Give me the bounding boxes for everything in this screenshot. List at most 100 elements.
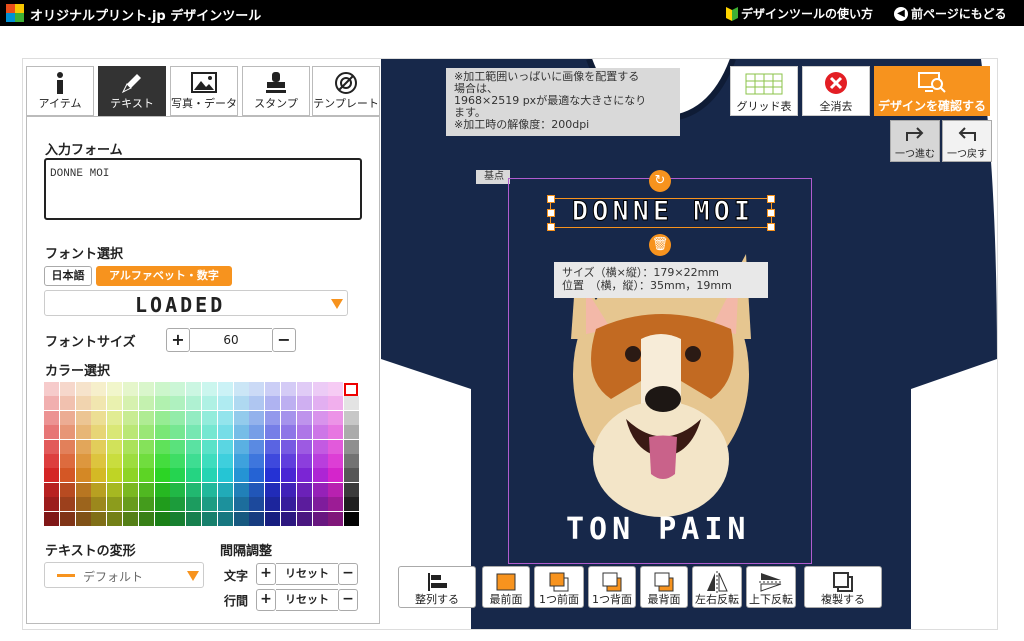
color-swatch[interactable] <box>59 410 75 425</box>
trash-icon[interactable]: 🗑 <box>649 234 671 256</box>
color-swatch[interactable] <box>170 425 186 440</box>
align-button[interactable]: 整列する <box>398 566 476 608</box>
color-swatch[interactable] <box>170 454 186 468</box>
color-swatch[interactable] <box>217 425 233 440</box>
color-swatch[interactable] <box>281 454 296 468</box>
color-swatch[interactable] <box>186 425 202 440</box>
color-swatch[interactable] <box>107 497 123 512</box>
send-back-button[interactable]: 最背面 <box>640 566 688 608</box>
color-swatch[interactable] <box>107 439 123 454</box>
color-swatch[interactable] <box>75 382 91 396</box>
color-swatch[interactable] <box>265 396 281 411</box>
color-swatch[interactable] <box>233 497 249 512</box>
color-swatch[interactable] <box>138 482 154 497</box>
color-swatch[interactable] <box>202 410 217 425</box>
color-swatch[interactable] <box>44 382 59 396</box>
color-swatch[interactable] <box>249 382 265 396</box>
color-swatch[interactable] <box>265 382 281 396</box>
color-swatch[interactable] <box>59 497 75 512</box>
color-swatch[interactable] <box>186 497 202 512</box>
color-swatch[interactable] <box>233 439 249 454</box>
color-swatch[interactable] <box>91 468 107 483</box>
color-swatch[interactable] <box>75 454 91 468</box>
color-swatch[interactable] <box>154 425 170 440</box>
color-swatch[interactable] <box>107 410 123 425</box>
color-swatch[interactable] <box>107 511 123 526</box>
color-swatch[interactable] <box>170 468 186 483</box>
color-swatch[interactable] <box>296 382 312 396</box>
color-swatch[interactable] <box>138 439 154 454</box>
color-swatch[interactable] <box>91 497 107 512</box>
char-spacing-plus-button[interactable]: + <box>256 563 276 585</box>
color-swatch[interactable] <box>296 511 312 526</box>
color-swatch[interactable] <box>44 482 59 497</box>
color-swatch[interactable] <box>59 396 75 411</box>
color-selected-swatch[interactable] <box>344 383 358 396</box>
color-swatch[interactable] <box>265 482 281 497</box>
color-swatch[interactable] <box>281 382 296 396</box>
color-swatch[interactable] <box>217 468 233 483</box>
color-swatch[interactable] <box>186 482 202 497</box>
tab-text[interactable]: テキスト <box>98 66 166 116</box>
color-swatch[interactable] <box>59 382 75 396</box>
color-swatch[interactable] <box>281 396 296 411</box>
color-swatch[interactable] <box>344 425 360 440</box>
color-swatch[interactable] <box>202 482 217 497</box>
color-swatch[interactable] <box>328 396 344 411</box>
color-swatch[interactable] <box>281 468 296 483</box>
color-swatch[interactable] <box>296 439 312 454</box>
color-swatch[interactable] <box>265 454 281 468</box>
color-swatch[interactable] <box>328 439 344 454</box>
color-swatch[interactable] <box>44 425 59 440</box>
color-swatch[interactable] <box>123 382 138 396</box>
grid-button[interactable]: グリッド表 <box>730 66 798 116</box>
bring-front-button[interactable]: 最前面 <box>482 566 530 608</box>
color-swatch[interactable] <box>344 439 360 454</box>
color-swatch[interactable] <box>344 511 360 526</box>
color-swatch[interactable] <box>328 482 344 497</box>
color-swatch[interactable] <box>202 382 217 396</box>
color-swatch[interactable] <box>91 511 107 526</box>
color-swatch[interactable] <box>249 511 265 526</box>
confirm-design-button[interactable]: デザインを確認する <box>874 66 990 116</box>
color-swatch[interactable] <box>312 410 328 425</box>
fontsize-value[interactable]: 60 <box>190 328 272 352</box>
color-swatch[interactable] <box>249 425 265 440</box>
transform-select[interactable]: デフォルト <box>44 562 204 588</box>
color-swatch[interactable] <box>123 396 138 411</box>
color-swatch[interactable] <box>59 468 75 483</box>
fontsize-plus-button[interactable]: + <box>166 328 190 352</box>
color-swatch[interactable] <box>265 439 281 454</box>
color-swatch[interactable] <box>281 425 296 440</box>
color-swatch[interactable] <box>296 425 312 440</box>
color-swatch[interactable] <box>59 425 75 440</box>
color-swatch[interactable] <box>75 410 91 425</box>
color-palette[interactable] <box>44 382 360 526</box>
color-swatch[interactable] <box>217 454 233 468</box>
font-select[interactable]: LOADED <box>44 290 348 317</box>
color-swatch[interactable] <box>296 410 312 425</box>
color-swatch[interactable] <box>202 497 217 512</box>
bring-forward-button[interactable]: 1つ前面 <box>534 566 584 608</box>
color-swatch[interactable] <box>44 468 59 483</box>
color-swatch[interactable] <box>281 497 296 512</box>
send-backward-button[interactable]: 1つ背面 <box>588 566 636 608</box>
line-spacing-plus-button[interactable]: + <box>256 589 276 611</box>
color-swatch[interactable] <box>91 439 107 454</box>
color-swatch[interactable] <box>312 497 328 512</box>
color-swatch[interactable] <box>186 454 202 468</box>
color-swatch[interactable] <box>107 468 123 483</box>
color-swatch[interactable] <box>217 511 233 526</box>
color-swatch[interactable] <box>107 396 123 411</box>
color-swatch[interactable] <box>154 454 170 468</box>
undo-button[interactable]: 一つ戻す <box>942 120 992 162</box>
fontsize-minus-button[interactable]: − <box>272 328 296 352</box>
color-swatch[interactable] <box>123 482 138 497</box>
color-swatch[interactable] <box>186 468 202 483</box>
color-swatch[interactable] <box>202 396 217 411</box>
color-swatch[interactable] <box>344 497 360 512</box>
color-swatch[interactable] <box>281 439 296 454</box>
color-swatch[interactable] <box>296 454 312 468</box>
color-swatch[interactable] <box>154 497 170 512</box>
color-swatch[interactable] <box>328 382 344 396</box>
